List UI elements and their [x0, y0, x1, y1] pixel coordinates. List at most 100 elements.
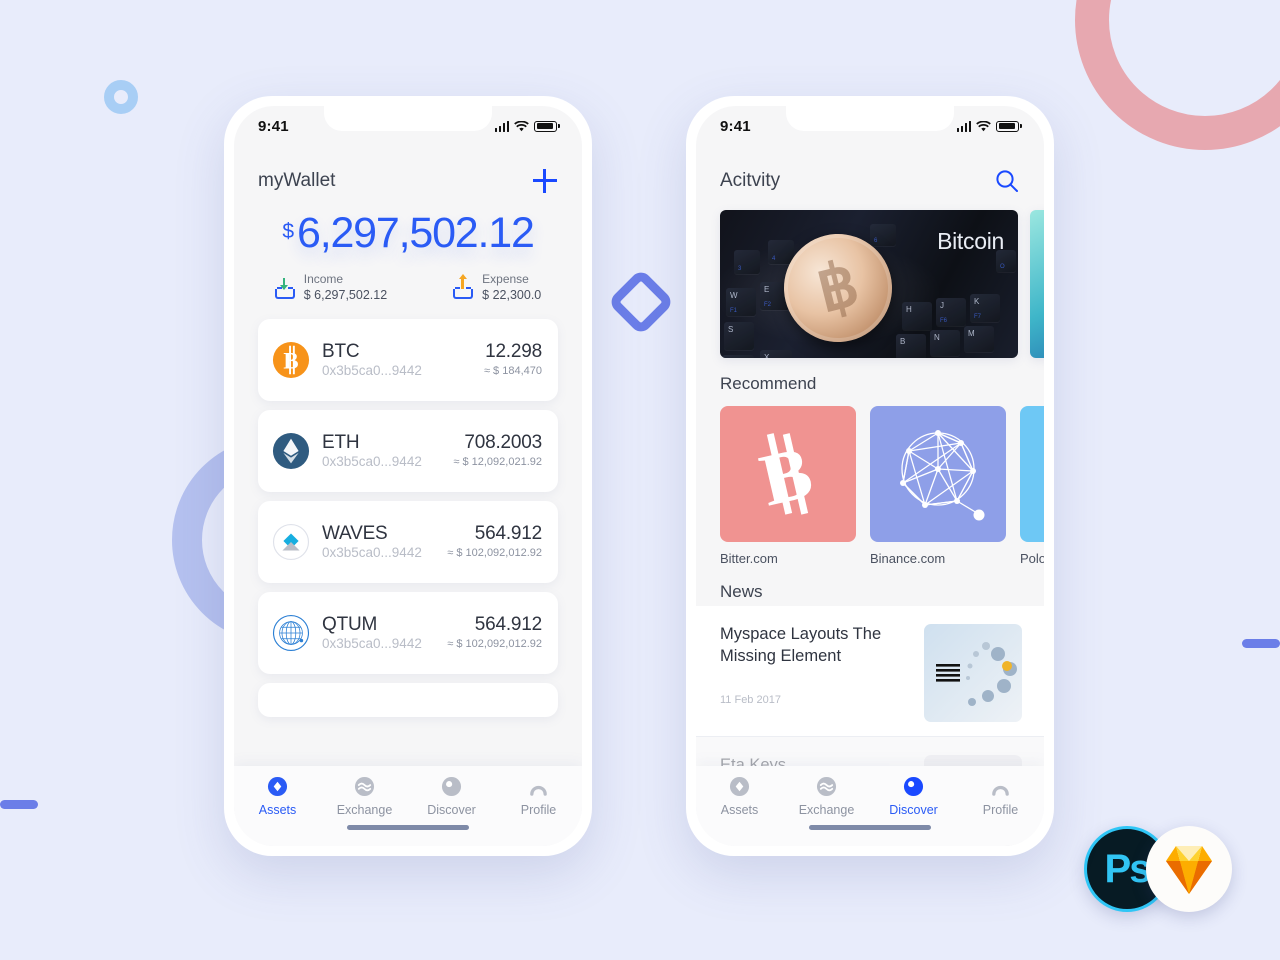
status-bar: 9:41	[696, 106, 1044, 146]
table-row[interactable]: WAVES 0x3b5ca0...9442 564.912 ≈ $ 102,09…	[258, 501, 558, 584]
balance-amount: 6,297,502.12	[297, 209, 535, 257]
tab-exchange[interactable]: Exchange	[321, 775, 408, 817]
bitcoin-logo-icon: B	[272, 342, 310, 379]
tab-assets[interactable]: Assets	[696, 775, 783, 817]
table-row[interactable]: ETH 0x3b5ca0...9442 708.2003 ≈ $ 12,092,…	[258, 410, 558, 493]
table-row[interactable]: QTUM 0x3b5ca0...9442 564.912 ≈ $ 102,092…	[258, 592, 558, 675]
bitcoin-b-icon: B	[753, 431, 820, 517]
decor-ring-pink	[1075, 0, 1280, 150]
discover-header: Acitvity	[696, 146, 1044, 194]
assets-icon	[696, 775, 783, 797]
wifi-icon	[976, 120, 992, 131]
banner-carousel[interactable]: WF1 EF2 S Z X 3 4 6 H JF6 KF7 B N M O ฿	[696, 210, 1044, 358]
recommend-row[interactable]: B Bitter.com Binance.com Polo	[696, 394, 1044, 566]
tab-label: Profile	[520, 803, 557, 817]
signal-bars-icon	[956, 120, 972, 132]
waves-logo-icon	[272, 524, 310, 561]
banner-bitcoin[interactable]: WF1 EF2 S Z X 3 4 6 H JF6 KF7 B N M O ฿	[720, 210, 1018, 358]
battery-icon	[534, 120, 560, 132]
tab-label: Exchange	[336, 803, 393, 817]
add-wallet-button[interactable]	[532, 168, 558, 194]
bottom-tabbar: Assets Exchange Discover Profile	[234, 766, 582, 846]
summary-row: Income $ 6,297,502.12 Expense $ 22,300.0	[234, 272, 582, 303]
discover-screen: 9:41 Acitvity W F1 E F2 S X 3 4 6 H J F6…	[696, 106, 1044, 846]
table-row-partial[interactable]	[258, 683, 558, 718]
tab-label: Discover	[889, 803, 938, 817]
tab-profile[interactable]: Profile	[495, 775, 582, 817]
recommend-name: Poloniex.com	[1020, 551, 1044, 566]
asset-fiat: ≈ $ 184,470	[483, 364, 542, 377]
asset-symbol: QTUM	[322, 613, 378, 635]
table-row[interactable]: B BTC 0x3b5ca0...9442 12.298 ≈ $ 184,470	[258, 319, 558, 402]
tab-assets[interactable]: Assets	[234, 775, 321, 817]
asset-address: 0x3b5ca0...9442	[322, 544, 422, 560]
page-title: myWallet	[258, 170, 336, 191]
home-indicator[interactable]	[809, 825, 931, 830]
list-item[interactable]: Poloniex.com	[1020, 406, 1044, 566]
assets-icon	[234, 775, 321, 797]
news-title: Myspace Layouts The Missing Element	[720, 625, 882, 665]
list-item[interactable]: B Bitter.com	[720, 406, 856, 566]
network-graph-icon	[900, 430, 985, 521]
asset-symbol: ETH	[322, 431, 360, 453]
tab-label: Discover	[427, 803, 476, 817]
profile-icon	[495, 775, 582, 797]
decor-diamond-icon	[607, 268, 675, 336]
qtum-logo-icon	[272, 615, 310, 652]
balance-row: $ 6,297,502.12	[282, 209, 535, 257]
section-title-news: News	[720, 582, 763, 601]
status-time: 9:41	[258, 117, 289, 135]
tab-label: Assets	[720, 803, 759, 817]
ethereum-logo-icon	[272, 433, 310, 470]
expense-label: Expense	[482, 272, 529, 286]
poloniex-thumb[interactable]	[1020, 406, 1044, 542]
asset-address: 0x3b5ca0...9442	[322, 362, 422, 378]
signal-bars-icon	[494, 120, 510, 132]
exchange-icon	[321, 775, 408, 797]
phone-wallet: 9:41 myWallet $ 6,297,502.12 Income $ 6,…	[224, 96, 592, 856]
asset-amount: 564.912	[474, 614, 542, 636]
bitter-thumb[interactable]: B	[720, 406, 856, 542]
expense-value: $ 22,300.0	[482, 288, 542, 302]
page-title: Acitvity	[720, 170, 781, 191]
section-title-recommend: Recommend	[720, 374, 817, 393]
sketch-diamond-icon	[1166, 846, 1212, 894]
asset-fiat: ≈ $ 102,092,012.92	[447, 637, 542, 650]
battery-icon	[996, 120, 1022, 132]
tab-discover[interactable]: Discover	[870, 775, 957, 817]
banner-title: Bitcoin	[937, 228, 1004, 254]
currency-symbol: $	[282, 220, 294, 243]
binance-thumb[interactable]	[870, 406, 1006, 542]
asset-address: 0x3b5ca0...9442	[322, 635, 422, 651]
income-label: Income	[303, 272, 344, 286]
sketch-badge-icon	[1146, 826, 1232, 912]
tab-exchange[interactable]: Exchange	[783, 775, 870, 817]
exchange-icon	[783, 775, 870, 797]
news-thumbnail	[924, 624, 1022, 722]
banner-next[interactable]	[1030, 210, 1044, 358]
asset-list: B BTC 0x3b5ca0...9442 12.298 ≈ $ 184,470	[234, 319, 582, 718]
asset-symbol: WAVES	[322, 522, 388, 544]
home-indicator[interactable]	[347, 825, 469, 830]
decor-ring-light-blue	[104, 80, 138, 114]
tab-discover[interactable]: Discover	[408, 775, 495, 817]
search-icon[interactable]	[994, 168, 1020, 194]
recommend-name: Binance.com	[870, 551, 946, 566]
expense-summary[interactable]: Expense $ 22,300.0	[453, 272, 541, 303]
tab-label: Profile	[982, 803, 1019, 817]
wallet-screen: 9:41 myWallet $ 6,297,502.12 Income $ 6,…	[234, 106, 582, 846]
list-item[interactable]: Myspace Layouts The Missing Element 11 F…	[696, 606, 1044, 737]
asset-amount: 12.298	[485, 341, 542, 363]
tab-profile[interactable]: Profile	[957, 775, 1044, 817]
news-date: 11 Feb 2017	[720, 693, 781, 706]
asset-symbol: BTC	[322, 340, 360, 362]
recommend-name: Bitter.com	[720, 551, 778, 566]
list-item[interactable]: Binance.com	[870, 406, 1006, 566]
tab-label: Exchange	[798, 803, 855, 817]
income-summary[interactable]: Income $ 6,297,502.12	[274, 272, 388, 303]
status-time: 9:41	[720, 117, 751, 135]
income-value: $ 6,297,502.12	[303, 288, 388, 302]
discover-icon	[870, 775, 957, 797]
decor-bar-left	[0, 800, 38, 809]
status-bar: 9:41	[234, 106, 582, 146]
